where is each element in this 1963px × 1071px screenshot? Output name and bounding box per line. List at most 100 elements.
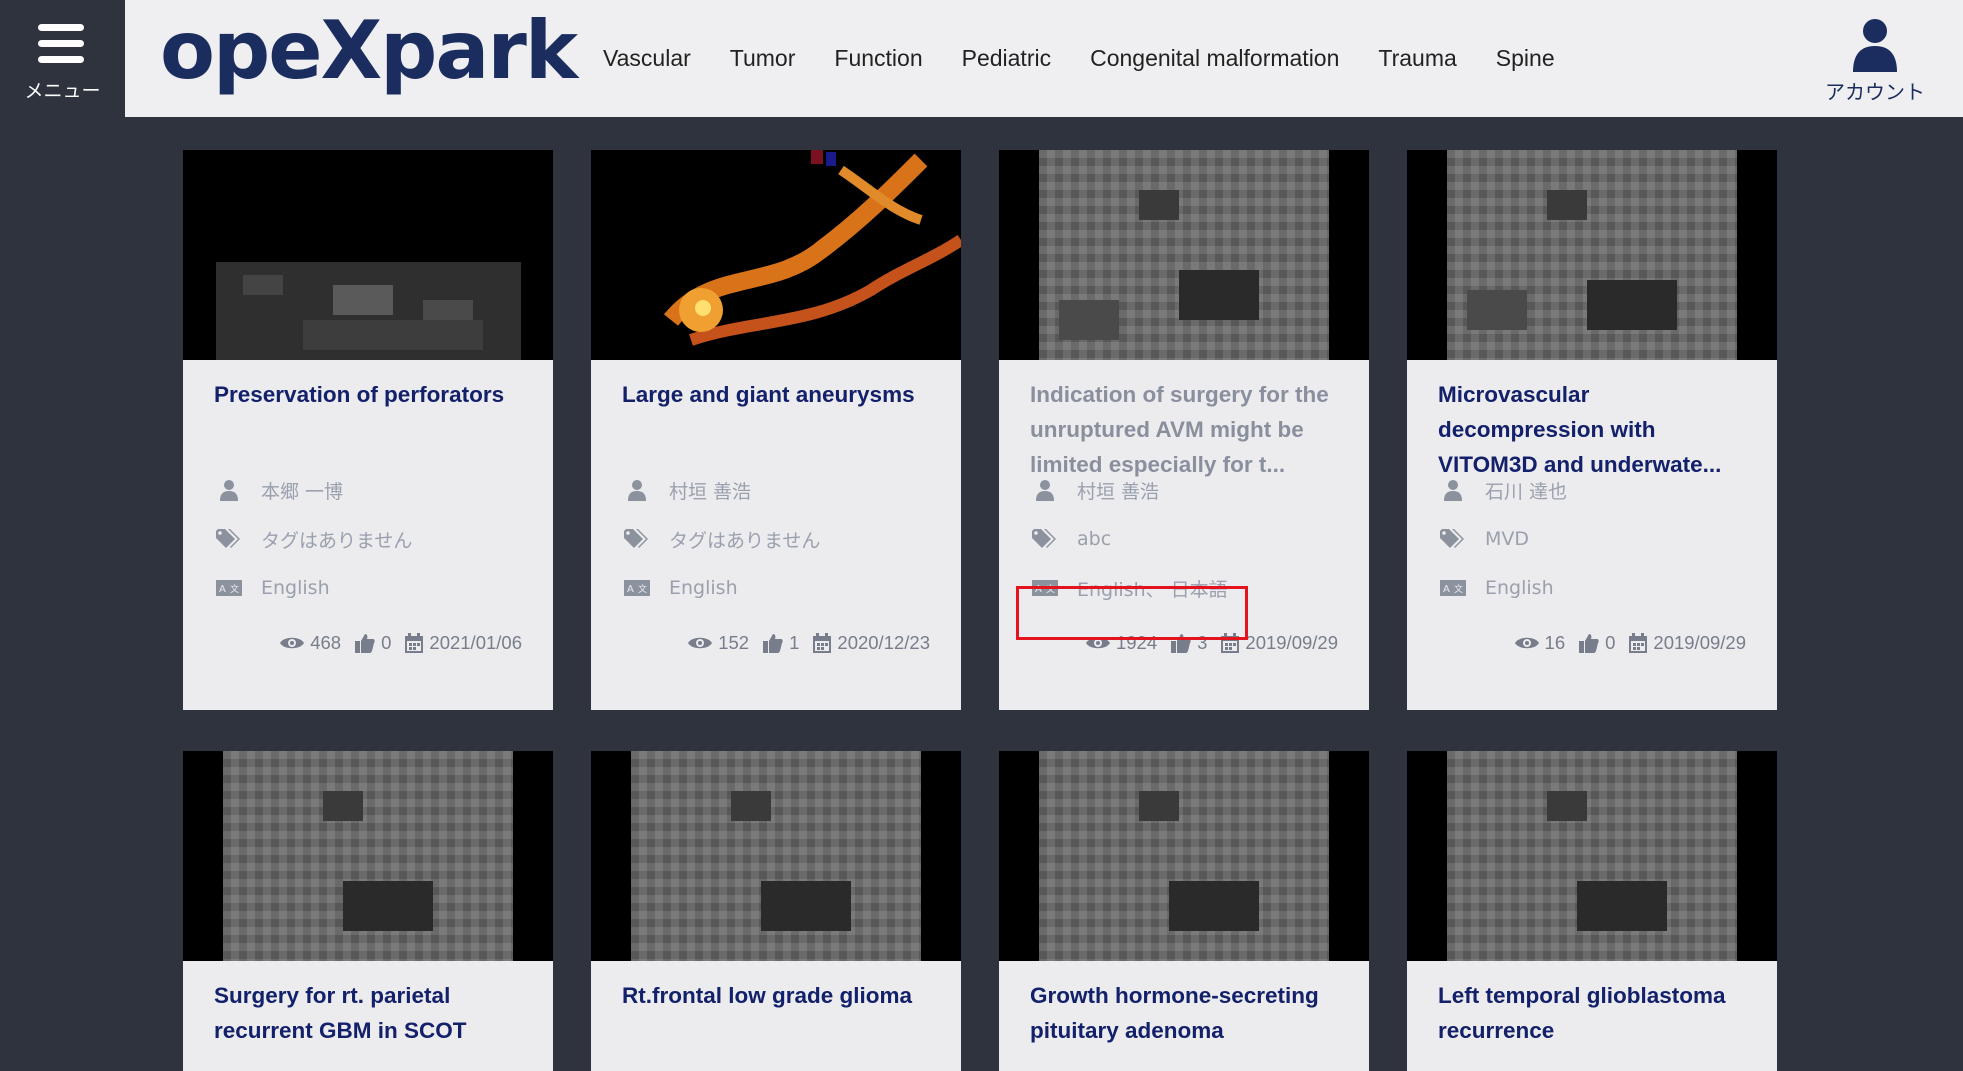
language-text: English: [669, 577, 738, 599]
video-thumbnail: [1407, 751, 1777, 961]
tags-row: abc: [1030, 525, 1111, 553]
tags-text: タグはありません: [669, 529, 821, 552]
video-card[interactable]: Growth hormone-secreting pituitary adeno…: [999, 751, 1369, 1071]
svg-text:A: A: [627, 584, 634, 595]
author-row: 石川 達也: [1438, 476, 1567, 504]
account-button[interactable]: アカウント: [1812, 18, 1938, 105]
language-row: A文 English: [1438, 574, 1554, 602]
account-label: アカウント: [1825, 80, 1925, 104]
author-name[interactable]: 村垣 善浩: [1077, 477, 1159, 504]
language-row: A文 English: [214, 574, 330, 602]
tags-text: タグはありません: [261, 529, 413, 552]
svg-text:文: 文: [638, 583, 647, 595]
language-icon: A文: [622, 576, 652, 600]
video-thumbnail: [999, 150, 1369, 360]
publish-date: 2021/01/06: [429, 632, 522, 653]
nav-item-congenital-malformation[interactable]: Congenital malformation: [1090, 45, 1339, 72]
tags-row: MVD: [1438, 525, 1529, 553]
tags-row: タグはありません: [622, 525, 820, 553]
publish-date: 2019/09/29: [1245, 632, 1338, 653]
video-thumbnail: [591, 150, 961, 360]
svg-text:文: 文: [1454, 583, 1463, 595]
site-logo[interactable]: opeXpark: [160, 4, 578, 97]
video-thumbnail: [1407, 150, 1777, 360]
video-title[interactable]: Growth hormone-secreting pituitary adeno…: [1030, 978, 1335, 1048]
video-thumbnail: [183, 150, 553, 360]
view-count: 152: [718, 632, 750, 653]
like-count: 0: [1605, 632, 1616, 653]
eye-icon: [688, 637, 713, 649]
nav-item-pediatric[interactable]: Pediatric: [962, 45, 1051, 72]
nav-item-trauma[interactable]: Trauma: [1378, 45, 1456, 72]
doctor-icon: [1438, 478, 1468, 502]
card-stats: 16 0 2019/09/29: [1501, 629, 1746, 657]
video-title[interactable]: Indication of surgery for the unruptured…: [1030, 377, 1335, 482]
video-title[interactable]: Rt.frontal low grade glioma: [622, 978, 927, 1013]
author-row: 村垣 善浩: [1030, 476, 1159, 504]
nav-item-tumor[interactable]: Tumor: [730, 45, 796, 72]
video-card[interactable]: Preservation of perforators 本郷 一博 タグはありま…: [183, 150, 553, 710]
menu-label: メニュー: [24, 80, 101, 102]
tags-icon: [214, 527, 244, 551]
svg-text:A: A: [219, 584, 226, 595]
author-name[interactable]: 村垣 善浩: [669, 477, 751, 504]
menu-button[interactable]: メニュー: [0, 0, 125, 117]
video-card[interactable]: Surgery for rt. parietal recurrent GBM i…: [183, 751, 553, 1071]
tags-text[interactable]: MVD: [1485, 528, 1529, 550]
eye-icon: [1514, 637, 1539, 649]
publish-date: 2019/09/29: [1653, 632, 1746, 653]
hamburger-icon: [38, 24, 84, 64]
highlight-box: [1016, 586, 1248, 640]
author-name[interactable]: 本郷 一博: [261, 477, 343, 504]
language-row: A文 English: [622, 574, 738, 602]
svg-text:A: A: [1443, 584, 1450, 595]
video-title[interactable]: Left temporal glioblastoma recurrence: [1438, 978, 1743, 1048]
nav-item-vascular[interactable]: Vascular: [603, 45, 691, 72]
video-card[interactable]: Large and giant aneurysms 村垣 善浩 タグはありません…: [591, 150, 961, 710]
video-title[interactable]: Large and giant aneurysms: [622, 377, 927, 412]
eye-icon: [280, 637, 305, 649]
calendar-icon: [1629, 633, 1648, 653]
tags-text[interactable]: abc: [1077, 528, 1111, 550]
doctor-icon: [622, 478, 652, 502]
user-icon: [1853, 19, 1897, 72]
video-thumbnail: [183, 751, 553, 961]
main-nav: Vascular Tumor Function Pediatric Congen…: [603, 0, 1594, 117]
tags-row: タグはありません: [214, 525, 412, 553]
nav-item-spine[interactable]: Spine: [1496, 45, 1555, 72]
calendar-icon: [405, 633, 424, 653]
video-thumbnail: [999, 751, 1369, 961]
video-title[interactable]: Preservation of perforators: [214, 377, 519, 412]
video-title[interactable]: Microvascular decompression with VITOM3D…: [1438, 377, 1743, 482]
doctor-icon: [214, 478, 244, 502]
view-count: 16: [1544, 632, 1566, 653]
thumbs-up-icon: [355, 634, 375, 653]
video-title[interactable]: Surgery for rt. parietal recurrent GBM i…: [214, 978, 519, 1048]
nav-item-function[interactable]: Function: [834, 45, 922, 72]
language-text: English: [261, 577, 330, 599]
language-text: English: [1485, 577, 1554, 599]
tags-icon: [622, 527, 652, 551]
tags-icon: [1438, 527, 1468, 551]
card-stats: 468 0 2021/01/06: [266, 629, 522, 657]
doctor-icon: [1030, 478, 1060, 502]
language-icon: A文: [1438, 576, 1468, 600]
author-name[interactable]: 石川 達也: [1485, 477, 1567, 504]
view-count: 468: [310, 632, 342, 653]
top-header: メニュー opeXpark Vascular Tumor Function Pe…: [0, 0, 1963, 117]
video-card[interactable]: Microvascular decompression with VITOM3D…: [1407, 150, 1777, 710]
video-card[interactable]: Rt.frontal low grade glioma: [591, 751, 961, 1071]
like-count: 0: [381, 632, 392, 653]
svg-text:文: 文: [230, 583, 239, 595]
publish-date: 2020/12/23: [837, 632, 930, 653]
tags-icon: [1030, 527, 1060, 551]
thumbs-up-icon: [763, 634, 783, 653]
author-row: 本郷 一博: [214, 476, 343, 504]
video-card[interactable]: Left temporal glioblastoma recurrence: [1407, 751, 1777, 1071]
language-icon: A文: [214, 576, 244, 600]
thumbs-up-icon: [1579, 634, 1599, 653]
video-thumbnail: [591, 751, 961, 961]
video-card[interactable]: Indication of surgery for the unruptured…: [999, 150, 1369, 710]
like-count: 1: [789, 632, 800, 653]
card-stats: 152 1 2020/12/23: [674, 629, 930, 657]
